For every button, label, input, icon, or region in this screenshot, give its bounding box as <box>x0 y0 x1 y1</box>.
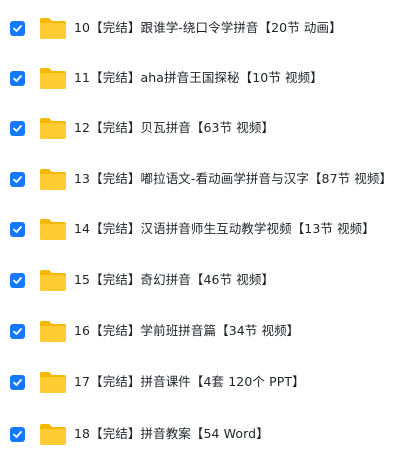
folder-icon <box>39 16 67 40</box>
file-name[interactable]: 10【完结】跟谁学-绕口令学拼音【20节 动画】 <box>74 20 342 36</box>
list-item[interactable]: 13【完结】嘟拉语文-看动画学拼音与汉字【87节 视频】 <box>0 159 401 199</box>
list-item[interactable]: 12【完结】贝瓦拼音【63节 视频】 <box>0 108 401 148</box>
checkbox-checked-icon[interactable] <box>10 323 25 339</box>
list-item[interactable]: 16【完结】学前班拼音篇【34节 视频】 <box>0 311 401 351</box>
file-name[interactable]: 13【完结】嘟拉语文-看动画学拼音与汉字【87节 视频】 <box>74 171 392 187</box>
folder-icon <box>39 167 67 191</box>
file-name[interactable]: 11【完结】aha拼音王国探秘【10节 视频】 <box>74 70 323 86</box>
file-name[interactable]: 12【完结】贝瓦拼音【63节 视频】 <box>74 120 274 136</box>
list-item[interactable]: 10【完结】跟谁学-绕口令学拼音【20节 动画】 <box>0 8 401 48</box>
file-list: 10【完结】跟谁学-绕口令学拼音【20节 动画】 11【完结】aha拼音王国探秘… <box>0 0 401 461</box>
checkbox-checked-icon[interactable] <box>10 171 25 187</box>
checkbox-checked-icon[interactable] <box>10 221 25 237</box>
file-name[interactable]: 16【完结】学前班拼音篇【34节 视频】 <box>74 323 299 339</box>
checkbox-checked-icon[interactable] <box>10 120 25 136</box>
folder-icon <box>39 268 67 292</box>
list-item[interactable]: 11【完结】aha拼音王国探秘【10节 视频】 <box>0 58 401 98</box>
list-item[interactable]: 18【完结】拼音教案【54 Word】 <box>0 414 401 454</box>
file-name[interactable]: 14【完结】汉语拼音师生互动教学视频【13节 视频】 <box>74 221 375 237</box>
file-name[interactable]: 15【完结】奇幻拼音【46节 视频】 <box>74 272 274 288</box>
file-name[interactable]: 17【完结】拼音课件【4套 120个 PPT】 <box>74 374 305 390</box>
folder-icon <box>39 319 67 343</box>
checkbox-checked-icon[interactable] <box>10 374 25 390</box>
folder-icon <box>39 422 67 446</box>
checkbox-checked-icon[interactable] <box>10 20 25 36</box>
folder-icon <box>39 370 67 394</box>
checkbox-checked-icon[interactable] <box>10 426 25 442</box>
folder-icon <box>39 66 67 90</box>
file-name[interactable]: 18【完结】拼音教案【54 Word】 <box>74 426 269 442</box>
checkbox-checked-icon[interactable] <box>10 272 25 288</box>
list-item[interactable]: 15【完结】奇幻拼音【46节 视频】 <box>0 260 401 300</box>
list-item[interactable]: 14【完结】汉语拼音师生互动教学视频【13节 视频】 <box>0 209 401 249</box>
folder-icon <box>39 217 67 241</box>
checkbox-checked-icon[interactable] <box>10 70 25 86</box>
list-item[interactable]: 17【完结】拼音课件【4套 120个 PPT】 <box>0 362 401 402</box>
folder-icon <box>39 116 67 140</box>
